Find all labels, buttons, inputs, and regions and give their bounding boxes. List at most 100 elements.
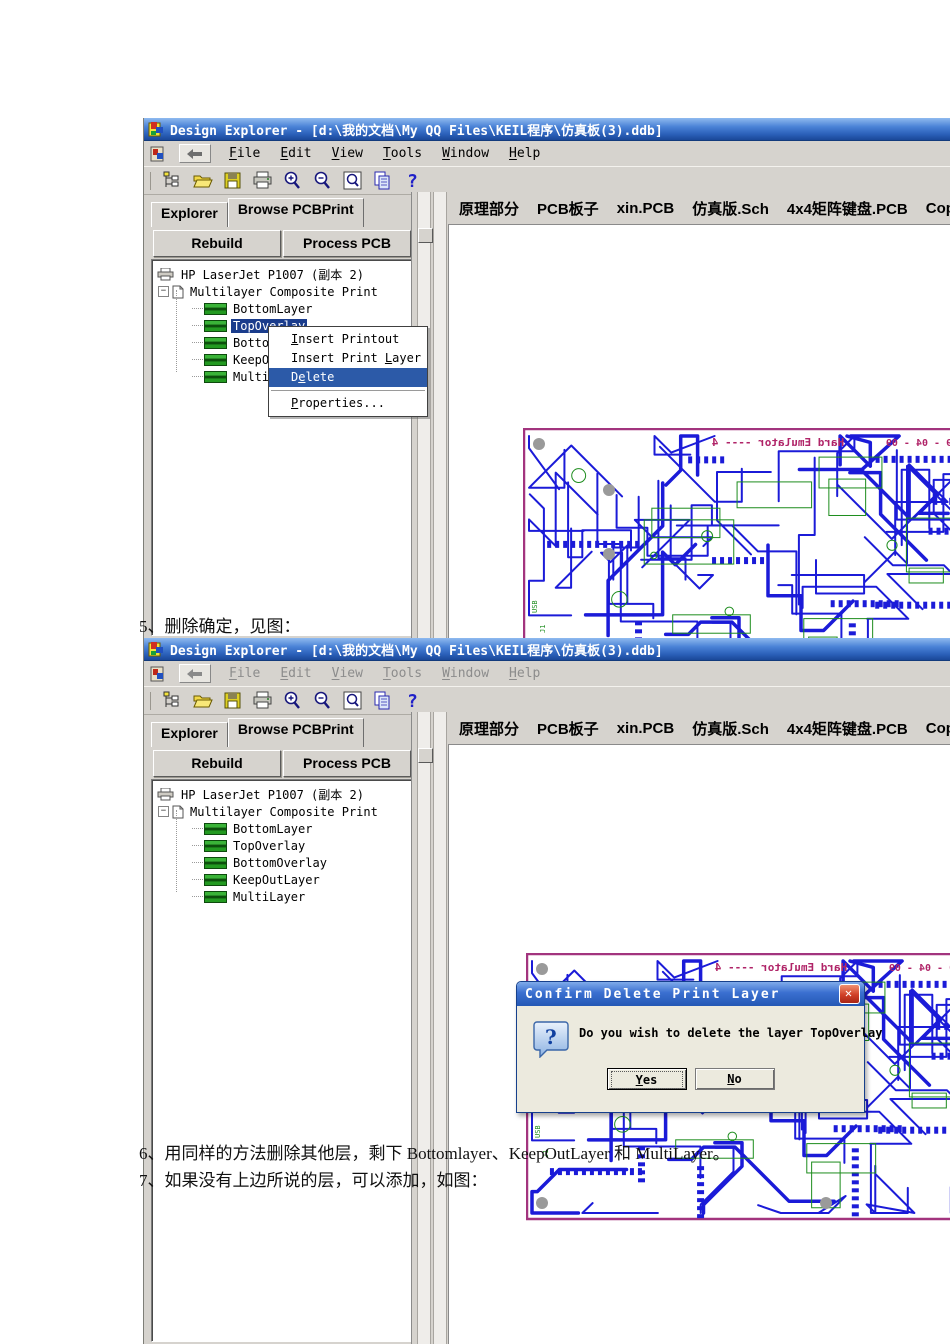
zoom-window-icon[interactable]	[342, 170, 363, 191]
menu-item-delete[interactable]: Delete	[269, 368, 427, 387]
doc-tab[interactable]: 原理部分	[450, 194, 528, 223]
svg-text:2009 - 04 - 09: 2009 - 04 - 09	[886, 438, 950, 449]
page-icon	[172, 285, 184, 298]
svg-text:?: ?	[545, 1025, 557, 1049]
doc-tab[interactable]: Copy of	[917, 716, 950, 741]
help-icon[interactable]: ?	[402, 690, 423, 711]
doc-tab[interactable]: 原理部分	[450, 714, 528, 743]
menu-tools[interactable]: Tools	[375, 664, 430, 683]
zoom-out-icon[interactable]	[312, 690, 333, 711]
copy-icon[interactable]	[372, 170, 393, 191]
tree-item-layer[interactable]: BottomOverlay	[152, 854, 412, 871]
menu-bar: File Edit View Tools Window Help	[144, 141, 950, 167]
collapse-icon[interactable]: −	[158, 286, 169, 297]
window-title: Design Explorer - [d:\我的文档\My QQ Files\K…	[170, 643, 663, 659]
left-panel-buttons: Rebuild Process PCB	[153, 750, 411, 777]
open-file-icon[interactable]	[192, 690, 213, 711]
process-pcb-button[interactable]: Process PCB	[283, 230, 411, 257]
tree-item-layer[interactable]: BottomLayer	[152, 820, 412, 837]
tree-item-layer[interactable]: TopOverlay	[152, 837, 412, 854]
tab-browse-pcbprint[interactable]: Browse PCBPrint	[227, 718, 364, 747]
doc-tab[interactable]: PCB板子	[528, 714, 608, 743]
tree-item-composite[interactable]: − Multilayer Composite Print	[152, 283, 412, 300]
menu-view[interactable]: View	[324, 144, 371, 163]
menu-edit[interactable]: Edit	[272, 664, 319, 683]
print-icon[interactable]	[252, 170, 273, 191]
open-file-icon[interactable]	[192, 170, 213, 191]
layer-icon	[204, 856, 227, 869]
rebuild-button[interactable]: Rebuild	[153, 230, 281, 257]
panel-splitter[interactable]	[411, 712, 449, 1344]
doc-tab[interactable]: 仿真版.Sch	[683, 714, 778, 743]
doc-tab[interactable]: PCB板子	[528, 194, 608, 223]
zoom-in-icon[interactable]	[282, 690, 303, 711]
document-icon	[150, 146, 164, 161]
rebuild-button[interactable]: Rebuild	[153, 750, 281, 777]
design-manager-icon[interactable]	[162, 170, 183, 191]
yes-button[interactable]: Yes	[606, 1068, 687, 1090]
design-explorer-window-2: Design Explorer - [d:\我的文档\My QQ Files\K…	[143, 638, 950, 1344]
tree-item-layer[interactable]: KeepOutLayer	[152, 871, 412, 888]
navigate-back-icon[interactable]	[179, 144, 211, 163]
save-icon[interactable]	[222, 170, 243, 191]
doc-tab[interactable]: 仿真版.Sch	[683, 194, 778, 223]
design-manager-icon[interactable]	[162, 690, 183, 711]
menu-item-properties[interactable]: Properties...	[269, 394, 427, 413]
zoom-in-icon[interactable]	[282, 170, 303, 191]
copy-icon[interactable]	[372, 690, 393, 711]
save-icon[interactable]	[222, 690, 243, 711]
print-icon[interactable]	[252, 690, 273, 711]
menu-tools[interactable]: Tools	[375, 144, 430, 163]
process-pcb-button[interactable]: Process PCB	[283, 750, 411, 777]
context-menu: Insert Printout Insert Print Layer Delet…	[268, 326, 428, 417]
window-title: Design Explorer - [d:\我的文档\My QQ Files\K…	[170, 123, 663, 139]
navigate-back-icon[interactable]	[179, 664, 211, 683]
tree-item-layer[interactable]: BottomLayer	[152, 300, 412, 317]
doc-tab[interactable]: xin.PCB	[608, 196, 684, 221]
printout-tree: HP LaserJet P1007 (副本 2) − Multilayer Co…	[151, 779, 413, 1342]
tab-explorer[interactable]: Explorer	[151, 202, 228, 227]
close-icon[interactable]: ✕	[839, 984, 860, 1004]
doc-tab[interactable]: 4x4矩阵键盘.PCB	[778, 714, 917, 743]
tree-item-printer[interactable]: HP LaserJet P1007 (副本 2)	[152, 786, 412, 803]
menu-edit[interactable]: Edit	[272, 144, 319, 163]
menu-file[interactable]: File	[221, 144, 268, 163]
dialog-body: ? Do you wish to delete the layer TopOve…	[517, 1006, 882, 1110]
doc-tab[interactable]: xin.PCB	[608, 716, 684, 741]
menu-view[interactable]: View	[324, 664, 371, 683]
doc-tab[interactable]: 4x4矩阵键盘.PCB	[778, 194, 917, 223]
menu-bar: File Edit View Tools Window Help	[144, 661, 950, 687]
svg-text:Hard Emulator ---- 4: Hard Emulator ---- 4	[711, 436, 844, 449]
scrollbar-button[interactable]	[418, 748, 433, 763]
page-icon	[172, 805, 184, 818]
printer-icon	[157, 268, 174, 281]
zoom-window-icon[interactable]	[342, 690, 363, 711]
menu-item-insert-printout[interactable]: Insert Printout	[269, 330, 427, 349]
menu-window[interactable]: Window	[434, 144, 497, 163]
menu-file[interactable]: File	[221, 664, 268, 683]
no-button[interactable]: No	[694, 1068, 775, 1090]
note-step6: 6、用同样的方法删除其他层，剩下 Bottomlayer、KeepOutLaye…	[139, 1144, 730, 1163]
scrollbar-button[interactable]	[418, 228, 433, 243]
zoom-out-icon[interactable]	[312, 170, 333, 191]
menu-help[interactable]: Help	[501, 144, 548, 163]
menu-window[interactable]: Window	[434, 664, 497, 683]
layer-icon	[204, 890, 227, 903]
tree-item-layer[interactable]: MultiLayer	[152, 888, 412, 905]
collapse-icon[interactable]: −	[158, 806, 169, 817]
doc-tab[interactable]: Copy of	[917, 196, 950, 221]
tree-item-printer[interactable]: HP LaserJet P1007 (副本 2)	[152, 266, 412, 283]
tab-browse-pcbprint[interactable]: Browse PCBPrint	[227, 198, 364, 227]
tutorial-page: { "document": { "notes": { "n5": "5、删除确定…	[0, 0, 950, 1344]
layer-icon	[204, 370, 227, 383]
menu-separator	[271, 390, 425, 391]
help-icon[interactable]: ?	[402, 170, 423, 191]
document-icon	[150, 666, 164, 681]
layer-icon	[204, 336, 227, 349]
menu-help[interactable]: Help	[501, 664, 548, 683]
tab-explorer[interactable]: Explorer	[151, 722, 228, 747]
note-step7: 7、如果没有上边所说的层，可以添加，如图：	[139, 1171, 488, 1190]
svg-text:?: ?	[407, 171, 418, 191]
menu-item-insert-print-layer[interactable]: Insert Print Layer	[269, 349, 427, 368]
tree-item-composite[interactable]: − Multilayer Composite Print	[152, 803, 412, 820]
